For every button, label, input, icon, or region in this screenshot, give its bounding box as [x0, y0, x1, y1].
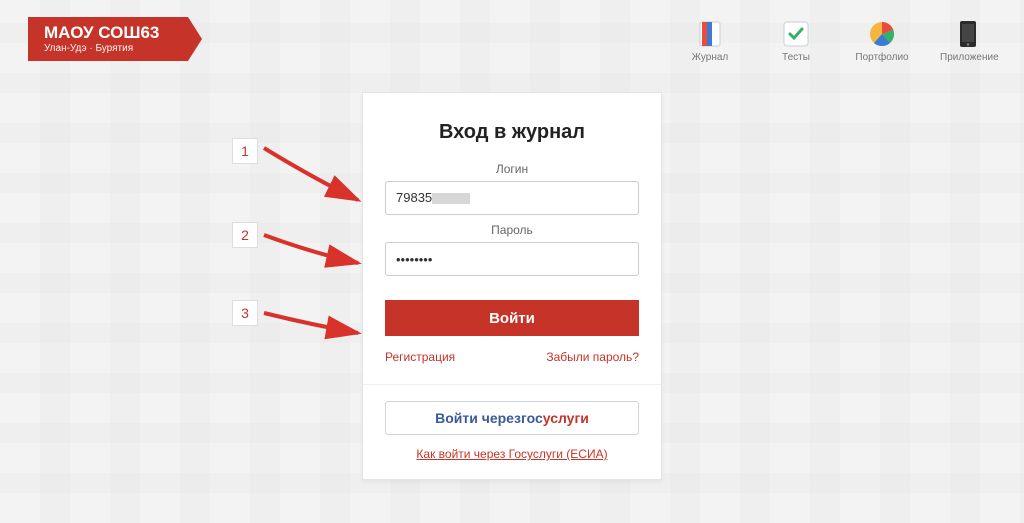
forgot-password-link[interactable]: Забыли пароль?	[546, 350, 639, 364]
top-nav: Журнал Тесты Портфолио Приложение	[682, 20, 996, 63]
annotation-arrow-2	[258, 225, 368, 273]
portfolio-icon	[868, 20, 896, 48]
password-field-label: Пароль	[385, 223, 639, 237]
gos-part3: услуги	[543, 410, 589, 426]
nav-tests-label: Тесты	[768, 52, 824, 63]
login-button[interactable]: Войти	[385, 300, 639, 336]
login-heading: Вход в журнал	[385, 121, 639, 144]
register-link[interactable]: Регистрация	[385, 350, 455, 364]
app-icon	[954, 20, 982, 48]
annotation-number-1: 1	[232, 138, 258, 164]
annotation-arrow-3	[258, 303, 368, 343]
gos-part2: гос	[521, 410, 543, 426]
login-input[interactable]: 79835	[385, 181, 639, 215]
school-title: МАОУ СОШ63	[44, 24, 166, 41]
nav-portfolio-label: Портфолио	[854, 52, 910, 63]
nav-app-label: Приложение	[940, 52, 996, 63]
login-links-row: Регистрация Забыли пароль?	[385, 350, 639, 364]
school-ribbon: МАОУ СОШ63 Улан-Удэ · Бурятия	[28, 17, 188, 61]
login-field-label: Логин	[385, 162, 639, 176]
nav-portfolio[interactable]: Портфолио	[854, 20, 910, 63]
gosuslugi-help-link[interactable]: Как войти через Госуслуги (ЕСИА)	[385, 447, 639, 461]
school-subtitle: Улан-Удэ · Бурятия	[44, 43, 166, 54]
nav-journal[interactable]: Журнал	[682, 20, 738, 63]
annotation-number-2: 2	[232, 222, 258, 248]
nav-journal-label: Журнал	[682, 52, 738, 63]
login-value: 79835	[396, 190, 432, 205]
journal-icon	[696, 20, 724, 48]
annotation-arrow-1	[258, 138, 368, 210]
nav-app[interactable]: Приложение	[940, 20, 996, 63]
tests-icon	[782, 20, 810, 48]
password-input[interactable]	[385, 242, 639, 276]
annotation-number-3: 3	[232, 300, 258, 326]
login-card: Вход в журнал Логин 79835 Пароль Войти Р…	[362, 92, 662, 480]
divider	[363, 384, 661, 385]
nav-tests[interactable]: Тесты	[768, 20, 824, 63]
gosuslugi-button[interactable]: Войти через госуслуги	[385, 401, 639, 435]
gos-prefix: Войти через	[435, 410, 521, 426]
login-value-masked	[432, 193, 470, 204]
